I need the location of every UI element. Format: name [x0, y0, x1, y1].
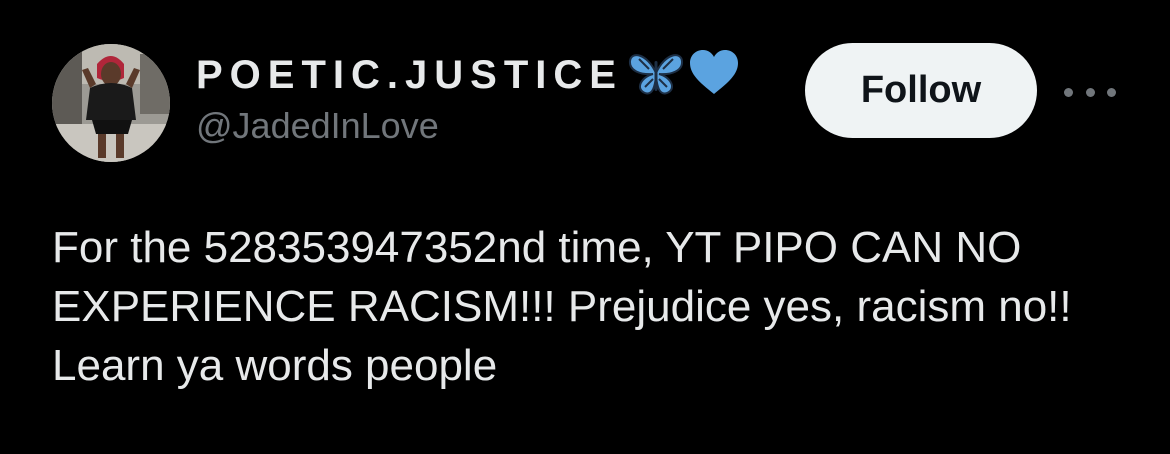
more-dot — [1064, 87, 1073, 97]
more-dot — [1107, 87, 1116, 97]
more-dot — [1085, 87, 1095, 97]
avatar[interactable] — [52, 44, 170, 162]
follow-button[interactable]: Follow — [805, 43, 1037, 138]
author-identity: POETIC.JUSTICE @JadedInLove — [196, 49, 739, 146]
more-options-icon[interactable] — [1064, 82, 1116, 102]
butterfly-icon — [627, 49, 685, 102]
tweet-text: For the 528353947352nd time, YT PIPO CAN… — [52, 223, 1072, 390]
name-row: POETIC.JUSTICE — [196, 49, 739, 101]
display-name[interactable]: POETIC.JUSTICE — [196, 52, 623, 98]
tweet-card: POETIC.JUSTICE @JadedInLove Follow For t… — [0, 0, 1170, 454]
author-handle[interactable]: @JadedInLove — [196, 106, 739, 146]
blue-heart-icon — [689, 49, 739, 101]
